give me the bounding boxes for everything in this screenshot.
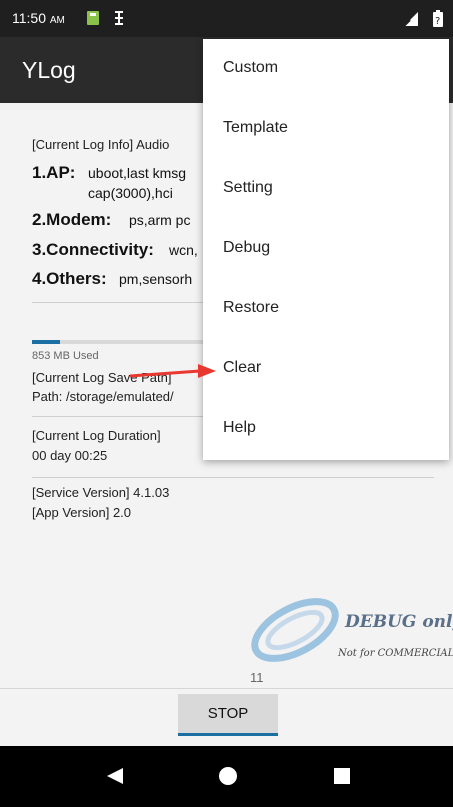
time-value: 11:50 <box>12 10 46 26</box>
connectivity-label: 3.Connectivity: <box>32 240 154 259</box>
menu-item-label: Setting <box>223 179 273 196</box>
storage-used-label: 853 MB Used <box>32 350 99 362</box>
storage-progress-fill <box>32 340 60 344</box>
bottom-action-bar: STOP <box>0 688 453 747</box>
connectivity-value: wcn, <box>169 242 198 258</box>
debug-watermark: DEBUG only Not for COMMERCIAL <box>250 590 453 674</box>
modem-value: ps,arm pc <box>129 212 191 228</box>
menu-item-setting[interactable]: Setting <box>203 159 449 219</box>
menu-item-label: Help <box>223 419 256 436</box>
ap-value-line2: cap(3000),hci <box>88 185 173 201</box>
watermark-subtitle: Not for COMMERCIAL <box>338 648 453 659</box>
menu-item-label: Template <box>223 119 288 136</box>
menu-item-label: Clear <box>223 359 262 376</box>
menu-item-template[interactable]: Template <box>203 99 449 159</box>
annotation-arrow-icon <box>129 364 216 378</box>
time-ampm: AM <box>49 15 65 26</box>
svg-text:?: ? <box>435 16 440 27</box>
signal-icon <box>403 12 418 27</box>
modem-label: 2.Modem: <box>32 210 112 229</box>
log-info-header: [Current Log Info] Audio <box>32 137 170 152</box>
menu-item-debug[interactable]: Debug <box>203 219 449 279</box>
menu-item-clear[interactable]: Clear <box>203 339 449 399</box>
watermark-title: DEBUG only <box>345 612 453 632</box>
menu-item-label: Custom <box>223 59 279 76</box>
menu-item-label: Restore <box>223 299 280 316</box>
status-time: 11:50 AM <box>12 10 65 26</box>
ap-label: 1.AP: <box>32 163 76 182</box>
app-title: YLog <box>22 57 76 83</box>
duration-value: 00 day 00:25 <box>32 448 108 463</box>
menu-item-label: Debug <box>223 239 271 256</box>
duration-header: [Current Log Duration] <box>32 428 161 443</box>
stop-button[interactable]: STOP <box>178 694 278 736</box>
menu-item-help[interactable]: Help <box>203 399 449 459</box>
navigation-bar <box>0 746 453 807</box>
others-label: 4.Others: <box>32 269 107 288</box>
home-icon[interactable] <box>218 766 238 786</box>
menu-item-restore[interactable]: Restore <box>203 279 449 339</box>
battery-unknown-icon: ? <box>433 10 443 27</box>
sd-card-icon <box>87 11 99 25</box>
menu-item-custom[interactable]: Custom <box>203 39 449 99</box>
save-path-value: Path: /storage/emulated/ <box>32 389 174 404</box>
overflow-menu: Custom Template Setting Debug Restore Cl… <box>203 39 449 460</box>
divider <box>32 477 434 478</box>
status-bar: 11:50 AM ? <box>0 0 453 37</box>
page-number: 11 <box>250 670 264 685</box>
recents-icon[interactable] <box>332 766 352 786</box>
ap-value-line1: uboot,last kmsg <box>88 165 187 181</box>
usb-debug-icon <box>115 11 123 25</box>
service-version: [Service Version] 4.1.03 <box>32 485 170 500</box>
back-icon[interactable] <box>105 766 125 786</box>
app-version: [App Version] 2.0 <box>32 505 132 520</box>
others-value: pm,sensorh <box>119 271 193 287</box>
